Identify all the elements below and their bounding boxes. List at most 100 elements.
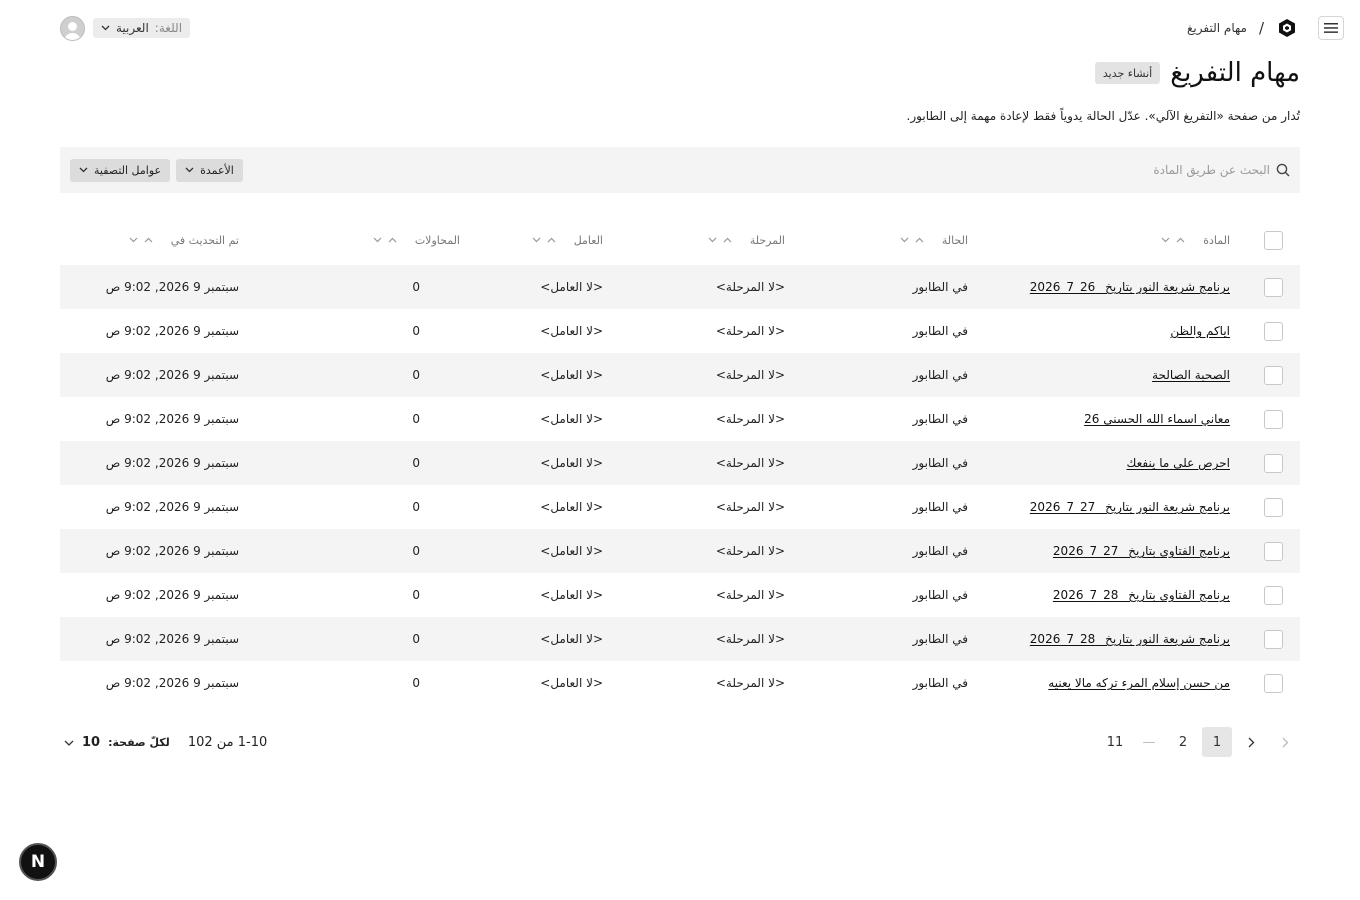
row-checkbox[interactable] — [1263, 453, 1283, 473]
column-header-status[interactable]: الحالة — [788, 215, 968, 265]
table-row[interactable]: برنامج الفتاوى بتاريخ _28_7_2026 في الطا… — [60, 573, 1300, 617]
worker-cell: <لا العامل> — [540, 412, 603, 426]
chevron-down-icon[interactable] — [532, 237, 541, 243]
chevron-down-icon[interactable] — [1161, 237, 1170, 243]
worker-cell: <لا العامل> — [540, 368, 603, 382]
updated-cell: سبتمبر 9 2026, 9:02 ص — [105, 368, 239, 382]
row-checkbox[interactable] — [1263, 541, 1283, 561]
page-header: مهام التفريغ أنشاء جديد — [1094, 58, 1300, 88]
table-row[interactable]: اياكم والظن في الطابور <لا المرحلة> <لا … — [60, 309, 1300, 353]
material-link[interactable]: الصحبة الصالحة — [1152, 368, 1230, 382]
chevron-down-icon[interactable] — [708, 237, 717, 243]
row-checkbox[interactable] — [1263, 321, 1283, 341]
material-link[interactable]: برنامج شريعة النور بتاريخ _26_7_2026 — [1030, 280, 1230, 294]
select-all-checkbox[interactable] — [1263, 230, 1283, 250]
row-checkbox[interactable] — [1263, 409, 1283, 429]
attempts-cell: 0 — [412, 544, 420, 558]
columns-button[interactable]: الأعمدة — [176, 158, 243, 182]
stage-cell: <لا المرحلة> — [715, 500, 785, 514]
page-button[interactable]: 2 — [1168, 727, 1198, 757]
material-cell: معاني اسماء الله الحسنى 26 — [950, 397, 1230, 441]
material-link[interactable]: من حسن إسلام المرء تركه مالا يعنيه — [1048, 676, 1230, 690]
table-row[interactable]: برنامج الفتاوى بتاريخ _27_7_2026 في الطا… — [60, 529, 1300, 573]
table-header: المادة الحالة المرحلة العامل المحاولات ت… — [60, 215, 1300, 265]
per-page-label: لكلّ صفحة: — [108, 736, 170, 749]
status-cell: في الطابور — [912, 632, 968, 646]
chevron-down-icon[interactable] — [373, 237, 382, 243]
worker-cell: <لا العامل> — [540, 500, 603, 514]
row-checkbox[interactable] — [1263, 629, 1283, 649]
app-logo-icon[interactable] — [1276, 17, 1298, 39]
chevron-down-icon[interactable] — [129, 237, 138, 243]
avatar[interactable] — [60, 15, 85, 41]
chevron-down-icon — [185, 167, 194, 173]
row-checkbox[interactable] — [1263, 365, 1283, 385]
search-input[interactable] — [1070, 163, 1270, 177]
table-row[interactable]: من حسن إسلام المرء تركه مالا يعنيه في ال… — [60, 661, 1300, 705]
material-link[interactable]: برنامج شريعة النور بتاريخ _27_7_2026 — [1030, 500, 1230, 514]
row-checkbox[interactable] — [1263, 673, 1283, 693]
status-cell: في الطابور — [912, 500, 968, 514]
page-button[interactable]: 11 — [1100, 727, 1130, 757]
per-page-selector[interactable]: لكلّ صفحة: 10 — [64, 735, 170, 750]
page-button-current[interactable]: 1 — [1202, 727, 1232, 757]
chevron-down-icon[interactable] — [900, 237, 909, 243]
column-header-label: المرحلة — [749, 233, 785, 247]
material-link[interactable]: احرص على ما ينفعك — [1127, 456, 1230, 470]
top-bar-right: / مهام التفريغ — [1187, 16, 1344, 40]
sort-up-icon[interactable] — [915, 237, 924, 243]
material-link[interactable]: برنامج الفتاوى بتاريخ _28_7_2026 — [1053, 588, 1230, 602]
column-header-material[interactable]: المادة — [950, 215, 1230, 265]
prev-page-button[interactable] — [1236, 727, 1266, 757]
row-select-cell — [1263, 573, 1283, 617]
row-checkbox[interactable] — [1263, 585, 1283, 605]
hamburger-icon — [1324, 23, 1338, 33]
breadcrumb[interactable]: مهام التفريغ — [1187, 21, 1247, 35]
attempts-cell: 0 — [412, 324, 420, 338]
page-subtitle: تُدار من صفحة «التفريغ الآلي». عدّل الحا… — [906, 109, 1300, 123]
sort-up-icon[interactable] — [547, 237, 556, 243]
material-link[interactable]: اياكم والظن — [1170, 324, 1230, 338]
attempts-cell: 0 — [412, 632, 420, 646]
row-select-cell — [1263, 353, 1283, 397]
language-selector[interactable]: اللغة: العربية — [93, 18, 191, 38]
worker-cell: <لا العامل> — [540, 544, 603, 558]
stage-cell: <لا المرحلة> — [715, 588, 785, 602]
column-header-attempts[interactable]: المحاولات — [350, 215, 460, 265]
table-row[interactable]: برنامج شريعة النور بتاريخ _26_7_2026 في … — [60, 265, 1300, 309]
sort-up-icon[interactable] — [388, 237, 397, 243]
column-header-label: الحالة — [941, 233, 968, 247]
row-checkbox[interactable] — [1263, 497, 1283, 517]
table-toolbar: الأعمدة عوامل التصفية — [60, 147, 1300, 193]
table-row[interactable]: برنامج شريعة النور بتاريخ _27_7_2026 في … — [60, 485, 1300, 529]
sort-up-icon[interactable] — [144, 237, 153, 243]
chevron-down-icon — [79, 167, 88, 173]
column-header-label: تم التحديث في — [170, 233, 239, 247]
table-row[interactable]: احرص على ما ينفعك في الطابور <لا المرحلة… — [60, 441, 1300, 485]
first-page-button[interactable] — [1270, 727, 1300, 757]
create-new-button[interactable]: أنشاء جديد — [1094, 62, 1161, 84]
row-select-cell — [1263, 617, 1283, 661]
filters-button[interactable]: عوامل التصفية — [70, 158, 171, 182]
row-select-cell — [1263, 529, 1283, 573]
updated-cell: سبتمبر 9 2026, 9:02 ص — [105, 412, 239, 426]
updated-cell: سبتمبر 9 2026, 9:02 ص — [105, 280, 239, 294]
stage-cell: <لا المرحلة> — [715, 632, 785, 646]
column-header-updated[interactable]: تم التحديث في — [59, 215, 239, 265]
floating-n-badge[interactable]: N — [19, 843, 57, 881]
material-link[interactable]: برنامج شريعة النور بتاريخ _28_7_2026 — [1030, 632, 1230, 646]
menu-button[interactable] — [1318, 16, 1344, 40]
material-cell: احرص على ما ينفعك — [950, 441, 1230, 485]
material-link[interactable]: معاني اسماء الله الحسنى 26 — [1084, 412, 1230, 426]
sort-up-icon[interactable] — [1176, 237, 1185, 243]
page-range-text: 1-10 من 102 — [187, 735, 268, 750]
table-row[interactable]: معاني اسماء الله الحسنى 26 في الطابور <ل… — [60, 397, 1300, 441]
table-row[interactable]: برنامج شريعة النور بتاريخ _28_7_2026 في … — [60, 617, 1300, 661]
row-checkbox[interactable] — [1263, 277, 1283, 297]
table-row[interactable]: الصحبة الصالحة في الطابور <لا المرحلة> <… — [60, 353, 1300, 397]
sort-up-icon[interactable] — [723, 237, 732, 243]
material-cell: الصحبة الصالحة — [950, 353, 1230, 397]
column-header-stage[interactable]: المرحلة — [605, 215, 785, 265]
material-link[interactable]: برنامج الفتاوى بتاريخ _27_7_2026 — [1053, 544, 1230, 558]
page-title: مهام التفريغ — [1170, 58, 1300, 88]
